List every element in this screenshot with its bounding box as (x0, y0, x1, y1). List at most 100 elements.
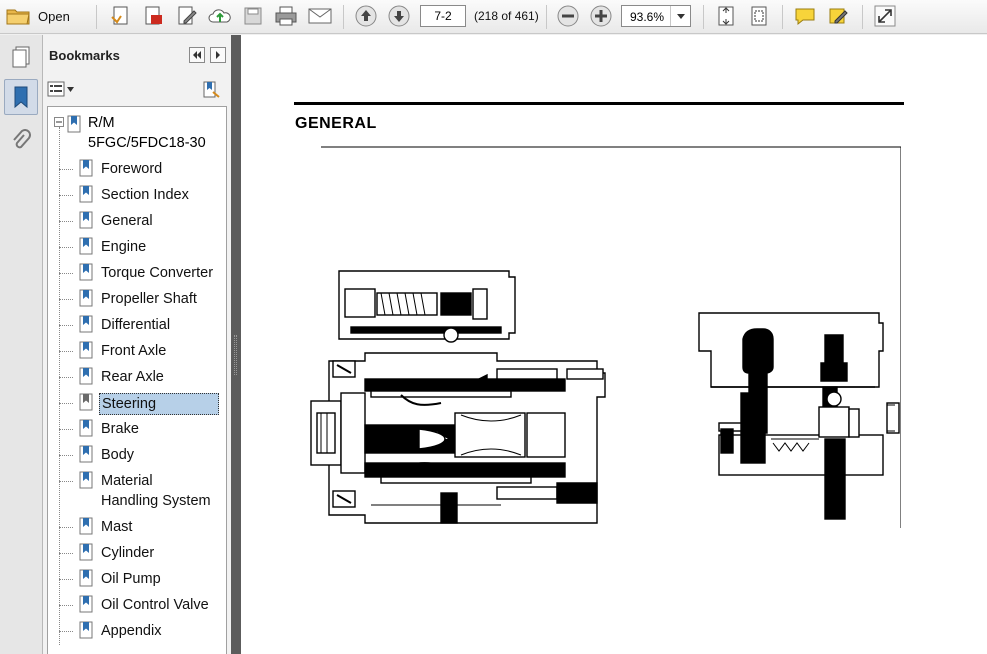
minus-circle-icon (557, 5, 579, 27)
bookmark-label: Appendix (101, 623, 162, 639)
bookmark-icon (79, 621, 93, 639)
bookmark-root-label-line1: R/M (88, 115, 115, 131)
arrow-down-circle-icon (388, 5, 410, 27)
bookmarks-panel: Bookmarks R/M 5FGC/5FDC18-30 Foreword Se… (43, 35, 231, 654)
fit-page-icon (718, 6, 734, 26)
fit-width-icon (751, 6, 767, 26)
bookmark-icon (79, 341, 93, 359)
highlighter-icon (829, 8, 848, 24)
email-button[interactable] (306, 4, 334, 28)
bookmark-icon (79, 367, 93, 385)
paperclip-icon (13, 129, 31, 149)
bookmark-icon (79, 211, 93, 229)
fit-page-button[interactable] (713, 4, 739, 28)
bookmark-tree: R/M 5FGC/5FDC18-30 Foreword Section Inde… (47, 106, 227, 654)
fit-width-button[interactable] (746, 4, 772, 28)
expand-panel-button[interactable] (210, 47, 226, 63)
bookmark-icon (79, 445, 93, 463)
separator (862, 5, 863, 29)
separator (96, 5, 97, 29)
pages-panel-button[interactable] (4, 39, 38, 75)
bookmark-label: Steering (99, 393, 219, 415)
header-rule (294, 102, 904, 105)
panel-toolbar (43, 79, 231, 103)
bookmark-search-icon (203, 81, 220, 98)
bookmark-icon (79, 419, 93, 437)
bookmark-icon (79, 543, 93, 561)
splitter-grip[interactable] (234, 335, 237, 375)
plus-circle-icon (590, 5, 612, 27)
zoom-out-button[interactable] (555, 4, 581, 28)
options-menu-button[interactable] (47, 81, 74, 97)
print-button[interactable] (272, 4, 300, 28)
bookmark-icon (79, 517, 93, 535)
page-number-input[interactable] (420, 5, 466, 27)
double-chevron-left-icon (193, 51, 201, 59)
open-label: Open (38, 8, 70, 24)
panel-splitter[interactable] (231, 35, 241, 654)
create-pdf-button[interactable] (108, 4, 134, 28)
save-button[interactable] (240, 4, 266, 28)
chevron-down-icon[interactable] (670, 6, 690, 26)
comment-button[interactable] (792, 4, 818, 28)
zoom-value: 93.6% (630, 10, 665, 24)
list-options-icon (47, 81, 65, 97)
pencil-document-icon (178, 6, 197, 25)
upload-button[interactable] (207, 4, 233, 28)
cloud-upload-icon (208, 9, 231, 23)
separator (546, 5, 547, 29)
bookmark-icon (79, 471, 93, 489)
floppy-disk-icon (244, 7, 262, 25)
separator (782, 5, 783, 29)
bookmark-icon (79, 569, 93, 587)
highlight-button[interactable] (825, 4, 851, 28)
tree-guide (59, 127, 60, 645)
open-button[interactable]: Open (6, 4, 82, 28)
zoom-select[interactable]: 93.6% (621, 5, 691, 27)
chevron-right-icon (216, 51, 220, 59)
bookmark-label: Section Index (101, 187, 189, 203)
speech-bubble-icon (795, 8, 815, 26)
bookmark-label: Engine (101, 239, 147, 255)
bookmark-label: Mast (101, 519, 133, 535)
bookmark-label: General (101, 213, 153, 229)
collapse-panel-button[interactable] (189, 47, 205, 63)
printer-icon (275, 6, 297, 26)
bookmark-root-label-line2: 5FGC/5FDC18-30 (88, 135, 206, 151)
save-pdf-button[interactable] (140, 4, 166, 28)
bookmark-icon (79, 159, 93, 177)
folder-icon (6, 9, 30, 25)
bookmark-label: Differential (101, 317, 171, 333)
navigation-rail (0, 35, 43, 654)
bookmark-label-line2: Handling System (101, 493, 211, 509)
document-view[interactable]: GENERAL (241, 35, 987, 654)
bookmark-label: Brake (101, 421, 139, 437)
previous-page-button[interactable] (353, 4, 379, 28)
find-bookmark-button[interactable] (201, 81, 221, 102)
collapse-toggle-icon[interactable] (54, 117, 64, 127)
arrow-up-circle-icon (355, 5, 377, 27)
bookmark-label: Oil Pump (101, 571, 161, 587)
panel-title: Bookmarks (49, 48, 120, 63)
panel-header: Bookmarks (43, 35, 231, 75)
steering-valve-cross-section-figure (310, 146, 901, 528)
expand-button[interactable] (872, 4, 898, 28)
create-document-icon (111, 6, 128, 25)
bookmark-icon (79, 393, 93, 411)
bookmark-icon (79, 595, 93, 613)
bookmark-label: Propeller Shaft (101, 291, 197, 307)
bookmark-label: Front Axle (101, 343, 167, 359)
separator (343, 5, 344, 29)
envelope-icon (308, 8, 332, 24)
attachments-panel-button[interactable] (4, 123, 38, 159)
page-count: (218 of 461) (474, 9, 539, 23)
next-page-button[interactable] (386, 4, 412, 28)
edit-button[interactable] (174, 4, 200, 28)
bookmark-label: Foreword (101, 161, 163, 177)
bookmark-icon (14, 86, 28, 109)
bookmarks-panel-button[interactable] (4, 79, 38, 115)
zoom-in-button[interactable] (588, 4, 614, 28)
section-heading: GENERAL (295, 115, 377, 132)
bookmark-icon (79, 185, 93, 203)
bookmark-icon (79, 289, 93, 307)
